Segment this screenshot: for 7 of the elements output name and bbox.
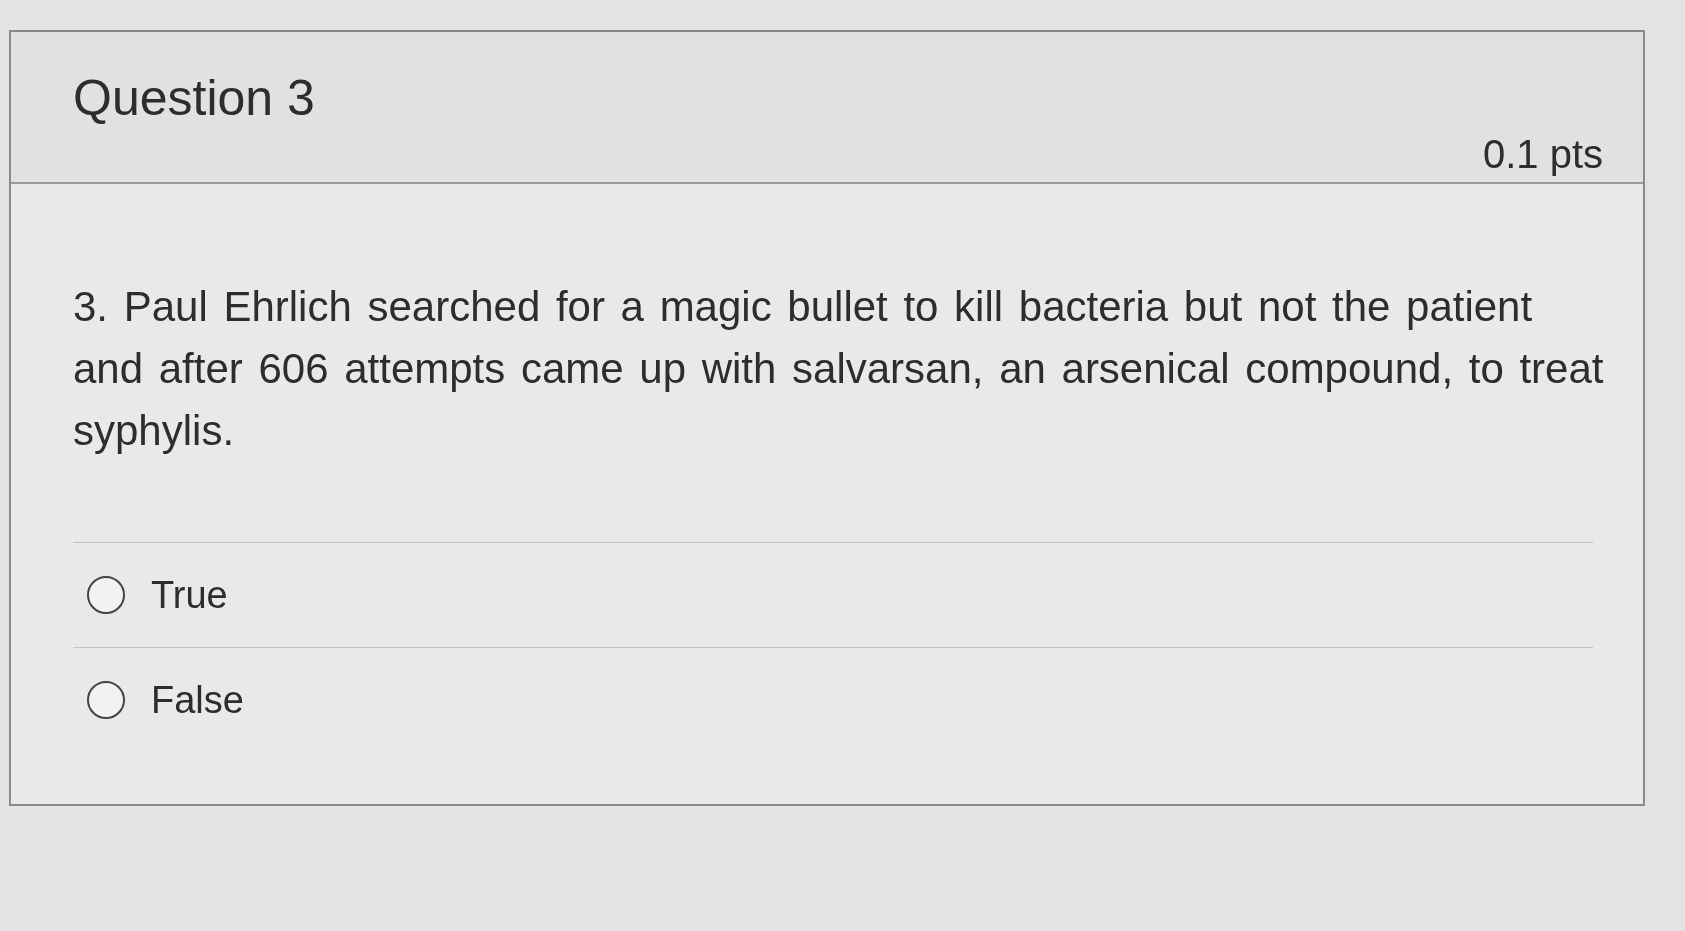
answer-option[interactable]: True [73,543,1593,648]
question-text: 3. Paul Ehrlich searched for a magic bullet to kill bacteria but not the patient and after 606 attempts came up with salvarsan, an arsenical compound, to treat syphylis. [73,282,1605,456]
question-title: Question 3 [73,69,315,128]
answer-option[interactable]: False [73,648,1593,752]
question-points: 0.1 pts [1482,131,1603,178]
radio-button-icon[interactable] [87,681,125,719]
radio-button-icon[interactable] [87,576,125,614]
